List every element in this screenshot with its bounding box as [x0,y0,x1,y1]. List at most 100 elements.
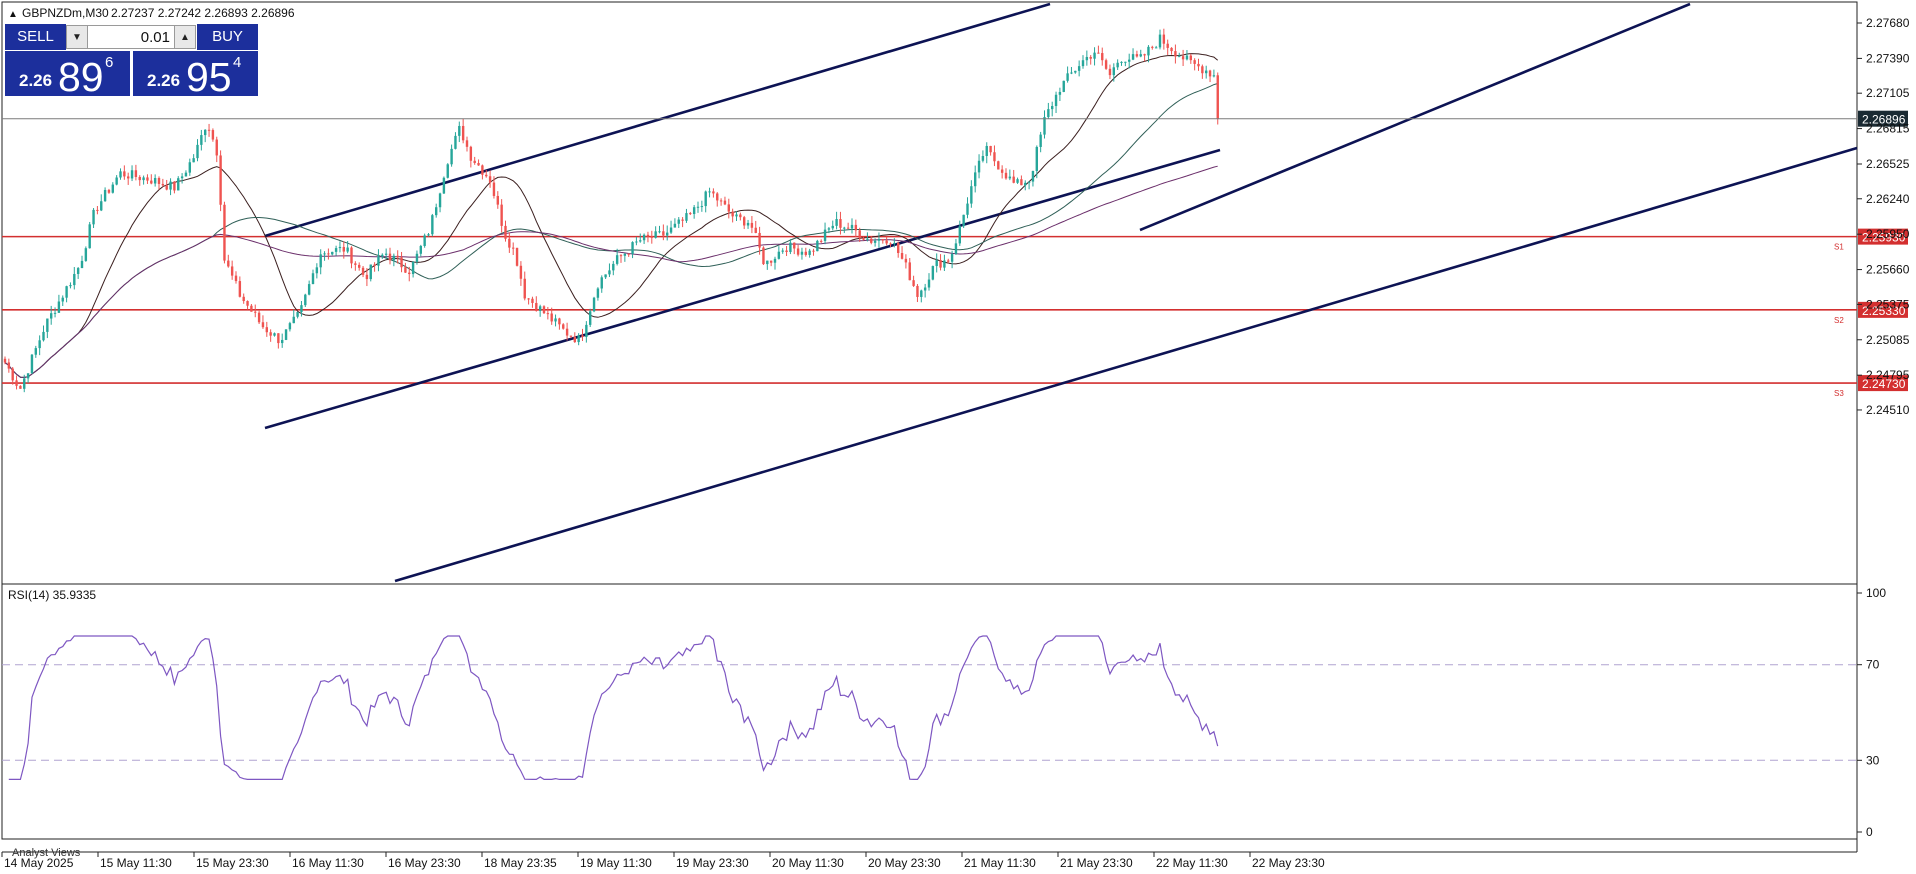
candle-body [889,243,892,245]
candle-body [207,129,211,131]
candle-body [73,273,76,286]
symbol-info: GBPNZDm,M30 [22,6,109,20]
candle-body [327,253,330,255]
candle-body [123,171,126,177]
candle-body [50,313,53,319]
candle-body [1024,182,1027,186]
candle-body [881,239,884,241]
price-chart[interactable]: ▲ GBPNZDm,M30 2.27237 2.27242 2.26893 2.… [0,0,1916,874]
candle-body [211,130,215,140]
sell-price-sup: 6 [105,54,114,71]
candle-body [989,145,992,153]
candle-body [442,177,446,194]
candle-body [1089,56,1092,59]
lot-size-input[interactable] [88,25,174,49]
candle-body [931,266,935,280]
candle-body [153,178,157,184]
candle-body [662,231,665,236]
candle-body [935,260,938,267]
candle-body [958,226,961,244]
candle-body [76,268,80,274]
candle-body [230,266,234,276]
sell-button[interactable]: SELL [5,24,66,50]
candle-body [708,191,711,193]
candle-body [612,263,615,271]
candle-body [981,156,985,161]
candle-body [200,135,203,145]
time-tick-label: 19 May 11:30 [580,856,652,870]
sell-price-button[interactable]: 2.26 89 6 [5,51,130,100]
candle-body [465,140,469,147]
candle-body [1051,106,1054,110]
analyst-views-label[interactable]: Analyst Views [12,847,81,859]
candle-body [731,211,734,217]
candle-body [1108,68,1112,76]
candle-body [46,318,49,332]
candle-body [485,174,488,177]
candle-body [908,262,911,281]
candle-body [250,305,253,312]
candle-body [80,260,84,269]
candle-body [762,247,765,265]
candle-body [92,209,95,225]
candle-body [396,255,399,258]
candle-body [1212,75,1216,77]
candle-body [897,242,900,254]
candle-body [873,240,877,243]
price-tick-label: 2.26525 [1866,157,1910,171]
candle-body [735,214,738,217]
candle-body [180,176,184,179]
one-click-trading-panel: SELL ▼ ▲ BUY 2.26 89 6 2.26 95 4 [5,24,258,100]
candle-body [304,294,307,306]
candle-body [88,224,91,249]
candle-body [1039,134,1042,147]
buy-price-button[interactable]: 2.26 95 4 [133,51,258,100]
candle-body [646,234,650,237]
price-tick-label: 2.25085 [1866,333,1910,347]
candle-body [681,219,684,221]
candle-body [134,170,138,177]
candle-body [677,219,680,224]
candle-body [1166,43,1169,48]
candle-body [1020,179,1023,186]
candle-body [408,272,411,275]
candle-body [496,195,499,205]
candle-body [7,362,11,369]
candle-body [658,231,661,233]
candle-body [673,223,677,228]
buy-button[interactable]: BUY [197,24,258,50]
candle-body [846,227,850,229]
candle-body [315,267,319,274]
candle-body [519,265,523,279]
time-tick-label: 15 May 23:30 [196,856,269,870]
candle-body [119,171,122,178]
level-tag: S3 [1834,389,1844,398]
candle-body [223,204,226,261]
candle-body [515,247,519,266]
candle-body [685,213,688,221]
rsi-tick-label: 30 [1866,753,1880,767]
candle-body [38,340,41,349]
candle-body [619,255,623,257]
candle-body [666,232,669,236]
ohlc-values: 2.27237 2.27242 2.26893 2.26896 [111,6,295,20]
candle-body [296,312,299,317]
buy-price-small: 2.26 [147,71,181,90]
candle-body [562,324,565,329]
candle-body [242,296,245,302]
candle-body [600,277,603,289]
candle-body [284,329,288,340]
lot-decrease-arrow-icon[interactable]: ▼ [66,25,88,49]
candle-body [970,186,973,204]
candle-body [307,284,311,295]
candle-body [743,217,746,226]
candle-body [273,333,276,336]
candle-body [1216,75,1219,119]
candle-body [346,247,349,252]
candle-body [42,331,45,341]
candle-body [1008,176,1012,179]
lot-increase-arrow-icon[interactable]: ▲ [174,25,196,49]
candle-body [535,302,538,311]
candle-body [750,222,754,228]
candle-body [758,232,761,248]
